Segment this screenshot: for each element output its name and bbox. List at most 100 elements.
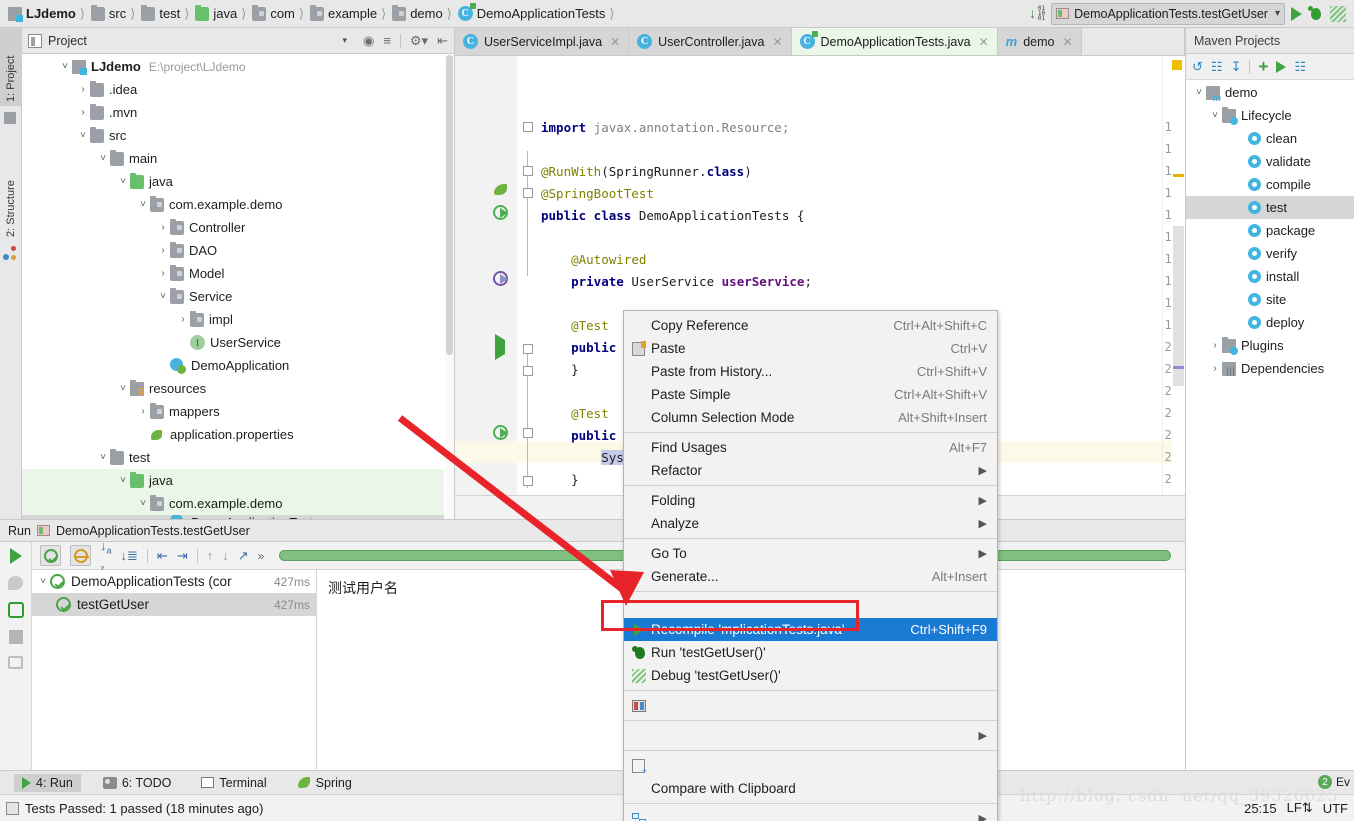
spring-leaf-gutter-icon[interactable]: [493, 182, 509, 198]
menu-item-column-selection-mode[interactable]: Column Selection Mode Alt+Shift+Insert: [624, 406, 997, 429]
chevron-right-icon[interactable]: ›: [1208, 340, 1222, 351]
dump-threads-button[interactable]: [8, 656, 23, 669]
tree-node-model[interactable]: › Model: [22, 262, 444, 285]
tree-node-src[interactable]: ˅ src: [22, 124, 444, 147]
test-node-method[interactable]: testGetUser 427ms: [32, 593, 316, 616]
autowired-gutter-icon[interactable]: [493, 270, 510, 286]
export-test-results-icon[interactable]: ↗: [238, 548, 249, 564]
run-with-coverage-button[interactable]: [1330, 5, 1346, 22]
run-button[interactable]: [1291, 6, 1302, 21]
tree-node-userservice[interactable]: › I UserService: [22, 331, 444, 354]
chevron-down-icon[interactable]: ˅: [136, 199, 150, 210]
maven-goal-deploy[interactable]: deploy: [1186, 311, 1354, 334]
close-icon[interactable]: ✕: [772, 35, 782, 49]
menu-item-diagrams[interactable]: ▶: [624, 807, 997, 821]
editor-tab-demoapplicationtests[interactable]: C DemoApplicationTests.java ✕: [791, 28, 998, 55]
chevron-right-icon[interactable]: ›: [1208, 363, 1222, 374]
tree-node-dao[interactable]: › DAO: [22, 239, 444, 262]
menu-item-paste[interactable]: Paste Ctrl+V: [624, 337, 997, 360]
chevron-down-icon[interactable]: ˅: [116, 383, 130, 394]
maven-goal-package[interactable]: package: [1186, 219, 1354, 242]
previous-test-icon[interactable]: ↑: [207, 548, 214, 563]
download-sources-icon[interactable]: ↓ 01 10 01: [1027, 5, 1045, 23]
add-maven-project-icon[interactable]: +: [1258, 58, 1268, 75]
sidebar-tab-project[interactable]: 1: Project: [0, 28, 22, 106]
tree-node-idea[interactable]: › .idea: [22, 78, 444, 101]
tree-node-package-test[interactable]: ˅ com.example.demo: [22, 492, 444, 515]
expand-all-icon[interactable]: ⇤: [157, 548, 168, 564]
fold-marker[interactable]: [523, 476, 533, 486]
maven-goal-clean[interactable]: clean: [1186, 127, 1354, 150]
menu-item-refactor[interactable]: Refactor ▶: [624, 459, 997, 482]
maven-node-lifecycle[interactable]: ˅ Lifecycle: [1186, 104, 1354, 127]
download-sources-icon[interactable]: ↧: [1231, 60, 1242, 73]
rerun-failed-tests-button[interactable]: [7, 602, 24, 618]
pause-output-button[interactable]: [8, 576, 23, 590]
chevron-right-icon[interactable]: ›: [156, 268, 170, 279]
menu-item-find-usages[interactable]: Find Usages Alt+F7: [624, 436, 997, 459]
scrollbar-caret-mark[interactable]: [1173, 366, 1184, 369]
menu-item-generate[interactable]: Generate... Alt+Insert: [624, 565, 997, 588]
tree-node-main[interactable]: ˅ main: [22, 147, 444, 170]
menu-item-analyze[interactable]: Analyze ▶: [624, 512, 997, 535]
gear-icon[interactable]: ⚙▾: [410, 34, 428, 47]
breadcrumb-item-ljdemo[interactable]: LJdemo: [4, 3, 78, 25]
test-results-tree[interactable]: ˅ DemoApplicationTests (cor 427ms testGe…: [32, 570, 317, 770]
sort-by-duration-icon[interactable]: ↓≣: [121, 548, 138, 564]
breadcrumb-item-java[interactable]: java: [191, 3, 239, 25]
show-ignored-toggle[interactable]: [70, 545, 91, 566]
fold-marker[interactable]: [523, 344, 533, 354]
chevron-down-icon[interactable]: ˅: [1208, 110, 1222, 121]
fold-marker[interactable]: [523, 122, 533, 132]
menu-item-go-to[interactable]: Go To ▶: [624, 542, 997, 565]
bottom-tab-todo[interactable]: 6: TODO: [95, 774, 180, 792]
menu-item-save-config[interactable]: [624, 694, 997, 717]
run-maven-goal-icon[interactable]: [1276, 60, 1287, 73]
bottom-tab-spring[interactable]: Spring: [289, 774, 360, 792]
sidebar-tab-structure[interactable]: 2: Structure: [0, 133, 22, 241]
chevron-down-icon[interactable]: ˅: [96, 452, 110, 463]
sort-alphabetically-icon[interactable]: ↓a z: [100, 538, 112, 573]
more-options-icon[interactable]: »: [258, 549, 265, 563]
test-node-class[interactable]: ˅ DemoApplicationTests (cor 427ms: [32, 570, 316, 593]
menu-item-paste-from-history[interactable]: Paste from History... Ctrl+Shift+V: [624, 360, 997, 383]
maven-node-demo[interactable]: ˅ demo: [1186, 81, 1354, 104]
hide-panel-icon[interactable]: ⇤: [437, 34, 448, 47]
menu-item-folding[interactable]: Folding ▶: [624, 489, 997, 512]
project-tree-scrollbar[interactable]: [445, 55, 454, 519]
locate-icon[interactable]: ◉: [363, 34, 374, 47]
editor-scrollbar[interactable]: [1172, 56, 1185, 495]
rerun-button[interactable]: [9, 548, 22, 564]
chevron-right-icon[interactable]: ›: [156, 245, 170, 256]
bottom-tab-run[interactable]: 4: Run: [14, 773, 81, 792]
fold-marker[interactable]: [523, 166, 533, 176]
close-icon[interactable]: ✕: [610, 35, 620, 49]
chevron-right-icon[interactable]: ›: [176, 314, 190, 325]
tree-node-test[interactable]: ˅ test: [22, 446, 444, 469]
chevron-down-icon[interactable]: ˅: [58, 61, 72, 72]
menu-item-paste-simple[interactable]: Paste Simple Ctrl+Alt+Shift+V: [624, 383, 997, 406]
bean-navigate-gutter-icon[interactable]: [493, 204, 510, 220]
show-passed-toggle[interactable]: [40, 545, 61, 566]
generate-sources-icon[interactable]: ☷: [1211, 60, 1223, 73]
close-icon[interactable]: ✕: [979, 35, 989, 49]
inspection-status-icon[interactable]: [1172, 60, 1182, 70]
chevron-down-icon[interactable]: ˅: [36, 576, 50, 587]
menu-item-copy-reference[interactable]: Copy Reference Ctrl+Alt+Shift+C: [624, 314, 997, 337]
tree-node-resources[interactable]: ˅ resources: [22, 377, 444, 400]
editor-tab-demo-pom[interactable]: m demo ✕: [997, 28, 1082, 55]
breadcrumb-item-src[interactable]: src: [87, 3, 128, 25]
fold-marker[interactable]: [523, 428, 533, 438]
tree-node-java-test[interactable]: ˅ java: [22, 469, 444, 492]
breadcrumb-item-example[interactable]: example: [306, 3, 379, 25]
tree-node-impl[interactable]: › impl: [22, 308, 444, 331]
fold-marker[interactable]: [523, 366, 533, 376]
breadcrumb-item-class[interactable]: C DemoApplicationTests: [454, 3, 608, 25]
scrollbar-warning-mark[interactable]: [1173, 174, 1184, 177]
maven-goal-test[interactable]: test: [1186, 196, 1354, 219]
chevron-right-icon[interactable]: ›: [76, 84, 90, 95]
chevron-down-icon[interactable]: ˅: [76, 130, 90, 141]
maven-goal-validate[interactable]: validate: [1186, 150, 1354, 173]
reimport-icon[interactable]: ↺: [1192, 60, 1203, 73]
maven-node-dependencies[interactable]: › Dependencies: [1186, 357, 1354, 380]
